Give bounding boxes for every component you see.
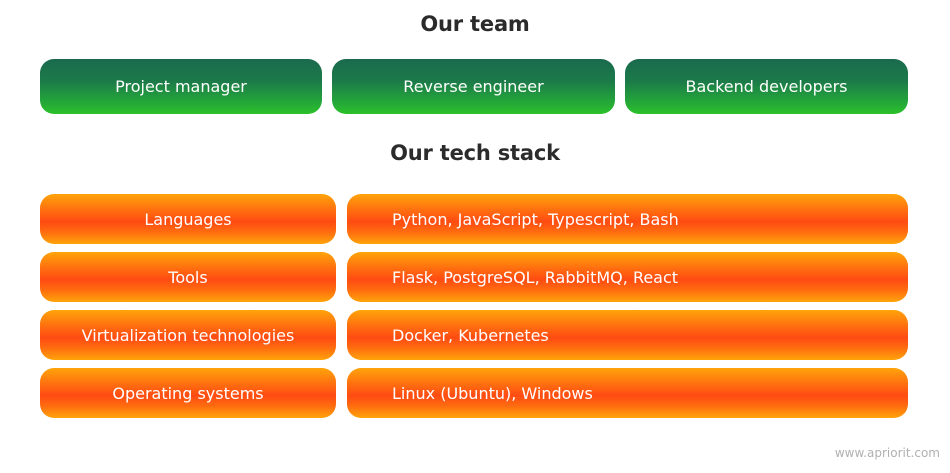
stack-category-virtualization: Virtualization technologies [40,310,336,360]
stack-items-label: Python, JavaScript, Typescript, Bash [392,209,679,229]
tech-stack-title: Our tech stack [390,141,560,165]
team-member-label: Project manager [115,77,247,96]
team-member-label: Reverse engineer [403,77,544,96]
team-member-backend-developers: Backend developers [625,59,908,114]
stack-items-virtualization: Docker, Kubernetes [347,310,908,360]
stack-category-label: Tools [168,267,208,287]
team-member-project-manager: Project manager [40,59,322,114]
team-member-reverse-engineer: Reverse engineer [332,59,615,114]
stack-category-label: Virtualization technologies [81,325,295,345]
stack-category-languages: Languages [40,194,336,244]
stack-category-tools: Tools [40,252,336,302]
stack-category-operating-systems: Operating systems [40,368,336,418]
stack-items-tools: Flask, PostgreSQL, RabbitMQ, React [347,252,908,302]
stack-category-label: Operating systems [112,383,264,403]
stack-items-operating-systems: Linux (Ubuntu), Windows [347,368,908,418]
stack-category-label: Languages [144,209,232,229]
stack-items-label: Linux (Ubuntu), Windows [392,383,593,403]
stack-items-label: Flask, PostgreSQL, RabbitMQ, React [392,267,679,287]
watermark-url: www.apriorit.com [834,446,940,460]
team-member-label: Backend developers [685,77,848,96]
stack-items-languages: Python, JavaScript, Typescript, Bash [347,194,908,244]
team-title: Our team [420,12,530,36]
stack-items-label: Docker, Kubernetes [392,325,549,345]
